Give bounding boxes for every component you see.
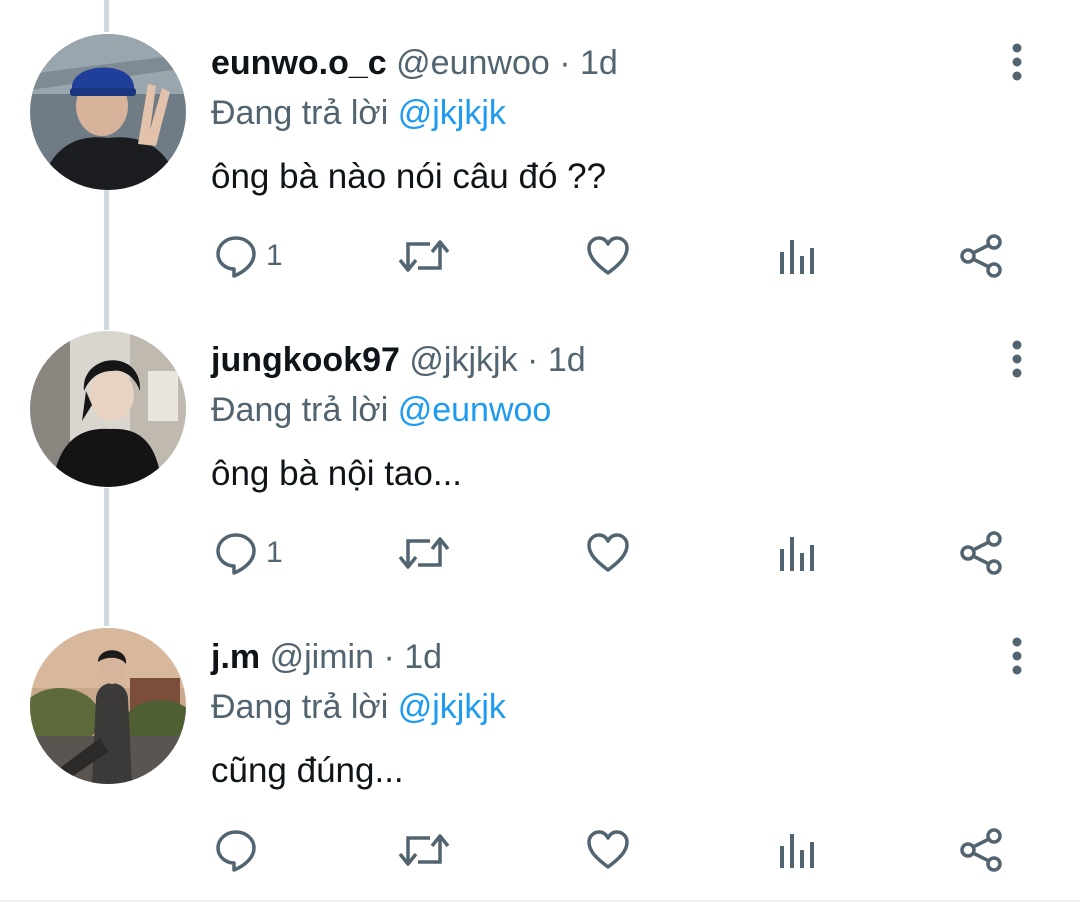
comment-bubble-icon bbox=[216, 236, 256, 278]
retweet-icon bbox=[398, 240, 450, 272]
tweet-header: jungkook97 @jkjkjk · 1d bbox=[211, 335, 586, 385]
more-vertical-icon bbox=[1012, 340, 1022, 378]
share-button[interactable] bbox=[958, 824, 1006, 876]
heart-icon bbox=[587, 533, 629, 572]
display-name[interactable]: jungkook97 bbox=[211, 341, 400, 379]
like-button[interactable] bbox=[584, 230, 632, 282]
share-button[interactable] bbox=[958, 527, 1006, 579]
avatar[interactable] bbox=[30, 34, 186, 190]
tweet[interactable]: jungkook97 @jkjkjk · 1d Đang trả lời @eu… bbox=[0, 331, 1080, 628]
timestamp[interactable]: 1d bbox=[580, 44, 618, 82]
like-button[interactable] bbox=[584, 824, 632, 876]
retweet-button[interactable] bbox=[396, 230, 452, 282]
replying-to-label: Đang trả lời bbox=[211, 688, 389, 726]
avatar-photo bbox=[30, 34, 186, 190]
action-bar bbox=[0, 824, 1080, 876]
tweet[interactable]: j.m @jimin · 1d Đang trả lời @jkjkjk cũn… bbox=[0, 628, 1080, 902]
retweet-icon bbox=[398, 537, 450, 569]
thread-connector-line bbox=[104, 0, 109, 32]
heart-icon bbox=[587, 236, 629, 275]
avatar-photo bbox=[30, 628, 186, 784]
separator-dot: · bbox=[559, 44, 571, 82]
reply-thread: eunwo.o_c @eunwoo · 1d Đang trả lời @jkj… bbox=[0, 0, 1080, 902]
more-vertical-icon bbox=[1012, 43, 1022, 81]
tweet-text: cũng đúng... bbox=[211, 751, 404, 790]
timestamp[interactable]: 1d bbox=[404, 638, 442, 676]
more-options-button[interactable] bbox=[995, 634, 1039, 678]
heart-icon bbox=[587, 830, 629, 869]
replying-to: Đang trả lời @jkjkjk bbox=[211, 88, 506, 138]
comment-bubble-icon bbox=[216, 830, 256, 872]
share-button[interactable] bbox=[958, 230, 1006, 282]
avatar[interactable] bbox=[30, 331, 186, 487]
reply-button[interactable]: 1 bbox=[212, 527, 283, 579]
replying-to-handle[interactable]: @eunwoo bbox=[398, 391, 552, 429]
tweet[interactable]: eunwo.o_c @eunwoo · 1d Đang trả lời @jkj… bbox=[0, 34, 1080, 331]
retweet-icon bbox=[398, 834, 450, 866]
replying-to-label: Đang trả lời bbox=[211, 391, 389, 429]
retweet-button[interactable] bbox=[396, 527, 452, 579]
avatar[interactable] bbox=[30, 628, 186, 784]
replying-to: Đang trả lời @jkjkjk bbox=[211, 682, 506, 732]
more-options-button[interactable] bbox=[995, 337, 1039, 381]
separator-dot: · bbox=[527, 341, 539, 379]
like-button[interactable] bbox=[584, 527, 632, 579]
share-icon bbox=[960, 531, 1002, 575]
reply-button[interactable]: 1 bbox=[212, 230, 283, 282]
user-handle[interactable]: @eunwoo bbox=[396, 44, 550, 82]
bar-chart-icon bbox=[780, 537, 814, 571]
reply-button[interactable] bbox=[212, 824, 266, 876]
user-handle[interactable]: @jkjkjk bbox=[409, 341, 517, 379]
tweet-header: j.m @jimin · 1d bbox=[211, 632, 442, 682]
views-button[interactable] bbox=[772, 230, 820, 282]
more-vertical-icon bbox=[1012, 637, 1022, 675]
avatar-photo bbox=[30, 331, 186, 487]
reply-count: 1 bbox=[266, 536, 283, 569]
share-icon bbox=[960, 234, 1002, 278]
display-name[interactable]: j.m bbox=[211, 638, 260, 676]
replying-to-handle[interactable]: @jkjkjk bbox=[398, 688, 506, 726]
tweet-header: eunwo.o_c @eunwoo · 1d bbox=[211, 38, 618, 88]
action-bar: 1 bbox=[0, 230, 1080, 282]
bar-chart-icon bbox=[780, 834, 814, 868]
separator-dot: · bbox=[383, 638, 395, 676]
views-button[interactable] bbox=[772, 824, 820, 876]
replying-to-handle[interactable]: @jkjkjk bbox=[398, 94, 506, 132]
reply-count: 1 bbox=[266, 239, 283, 272]
more-options-button[interactable] bbox=[995, 40, 1039, 84]
replying-to-label: Đang trả lời bbox=[211, 94, 389, 132]
tweet-text: ông bà nào nói câu đó ?? bbox=[211, 157, 607, 196]
replying-to: Đang trả lời @eunwoo bbox=[211, 385, 551, 435]
share-icon bbox=[960, 828, 1002, 872]
timestamp[interactable]: 1d bbox=[548, 341, 586, 379]
action-bar: 1 bbox=[0, 527, 1080, 579]
comment-bubble-icon bbox=[216, 533, 256, 575]
retweet-button[interactable] bbox=[396, 824, 452, 876]
user-handle[interactable]: @jimin bbox=[270, 638, 374, 676]
tweet-text: ông bà nội tao... bbox=[211, 454, 463, 493]
bar-chart-icon bbox=[780, 240, 814, 274]
display-name[interactable]: eunwo.o_c bbox=[211, 44, 387, 82]
views-button[interactable] bbox=[772, 527, 820, 579]
